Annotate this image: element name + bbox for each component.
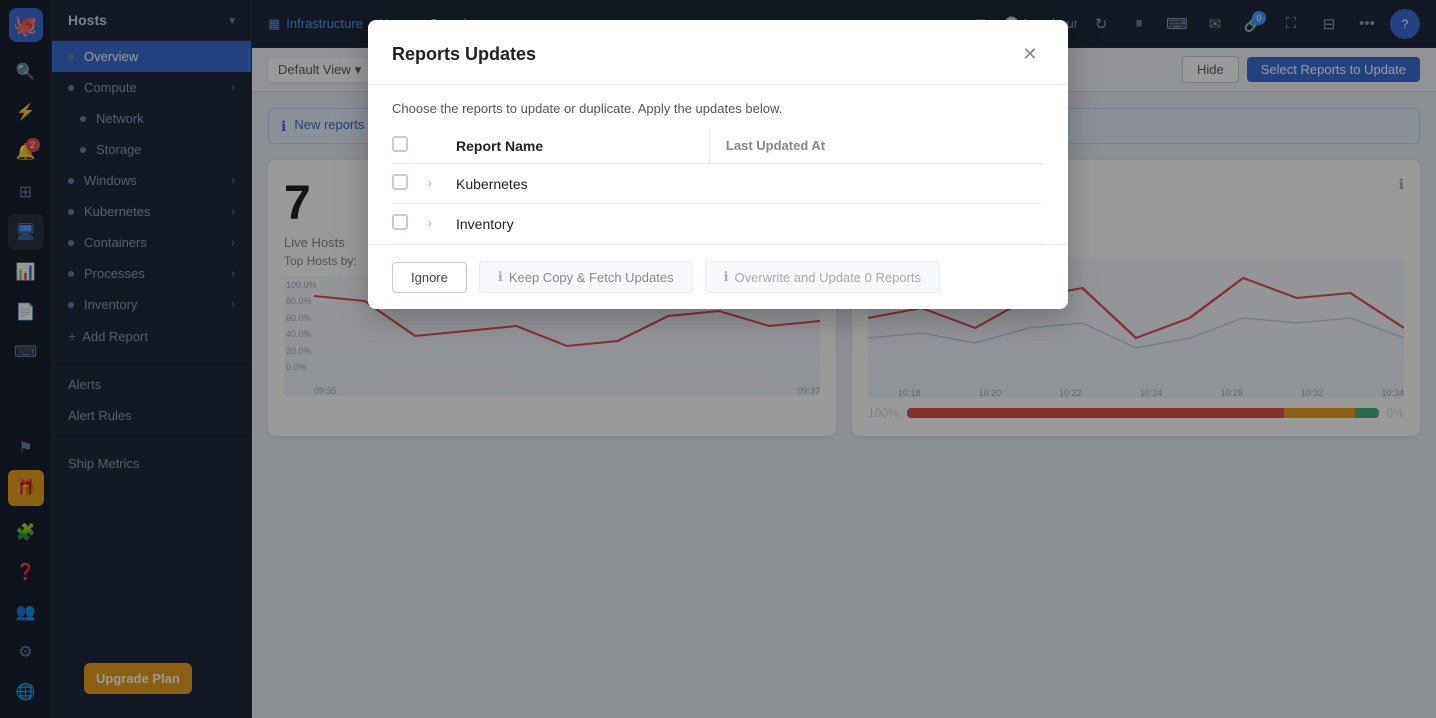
main-content: ▦ Infrastructure › Hosts › Overview ⊞ 🕐 …: [252, 0, 1436, 718]
modal-overlay: Reports Updates ✕ Choose the reports to …: [252, 0, 1436, 718]
table-row: › Kubernetes: [392, 164, 1044, 204]
modal-body: Report Name Last Updated At: [368, 128, 1068, 244]
modal-description: Choose the reports to update or duplicat…: [368, 85, 1068, 128]
row-inventory-checkbox[interactable]: [392, 214, 408, 230]
col-report-name: Report Name: [456, 128, 709, 164]
row-kubernetes-checkbox[interactable]: [392, 174, 408, 190]
col-checkbox: [392, 128, 428, 164]
modal-close-button[interactable]: ✕: [1016, 40, 1044, 68]
keep-copy-button[interactable]: ℹ Keep Copy & Fetch Updates: [479, 261, 693, 293]
info-icon-overwrite: ℹ: [724, 269, 729, 285]
reports-table: Report Name Last Updated At: [392, 128, 1044, 244]
row-inventory-name: Inventory: [456, 204, 709, 244]
modal-footer: Ignore ℹ Keep Copy & Fetch Updates ℹ Ove…: [368, 244, 1068, 309]
info-icon-copy: ℹ: [498, 269, 503, 285]
col-expand: [428, 128, 456, 164]
row-kubernetes-expand[interactable]: ›: [428, 164, 456, 204]
table-row: › Inventory: [392, 204, 1044, 244]
row-kubernetes-name: Kubernetes: [456, 164, 709, 204]
modal-title: Reports Updates: [392, 44, 536, 65]
row-inventory-date: [709, 204, 1044, 244]
row-kubernetes-date: [709, 164, 1044, 204]
overwrite-button[interactable]: ℹ Overwrite and Update 0 Reports: [705, 261, 940, 293]
overwrite-label: Overwrite and Update 0 Reports: [735, 270, 921, 285]
row-inventory-expand[interactable]: ›: [428, 204, 456, 244]
reports-updates-modal: Reports Updates ✕ Choose the reports to …: [368, 20, 1068, 309]
select-all-checkbox[interactable]: [392, 136, 408, 152]
col-last-updated: Last Updated At: [709, 128, 1044, 164]
row-kubernetes-checkbox-cell: [392, 164, 428, 204]
ignore-button[interactable]: Ignore: [392, 262, 467, 293]
row-inventory-checkbox-cell: [392, 204, 428, 244]
modal-header: Reports Updates ✕: [368, 20, 1068, 85]
keep-copy-label: Keep Copy & Fetch Updates: [509, 270, 674, 285]
